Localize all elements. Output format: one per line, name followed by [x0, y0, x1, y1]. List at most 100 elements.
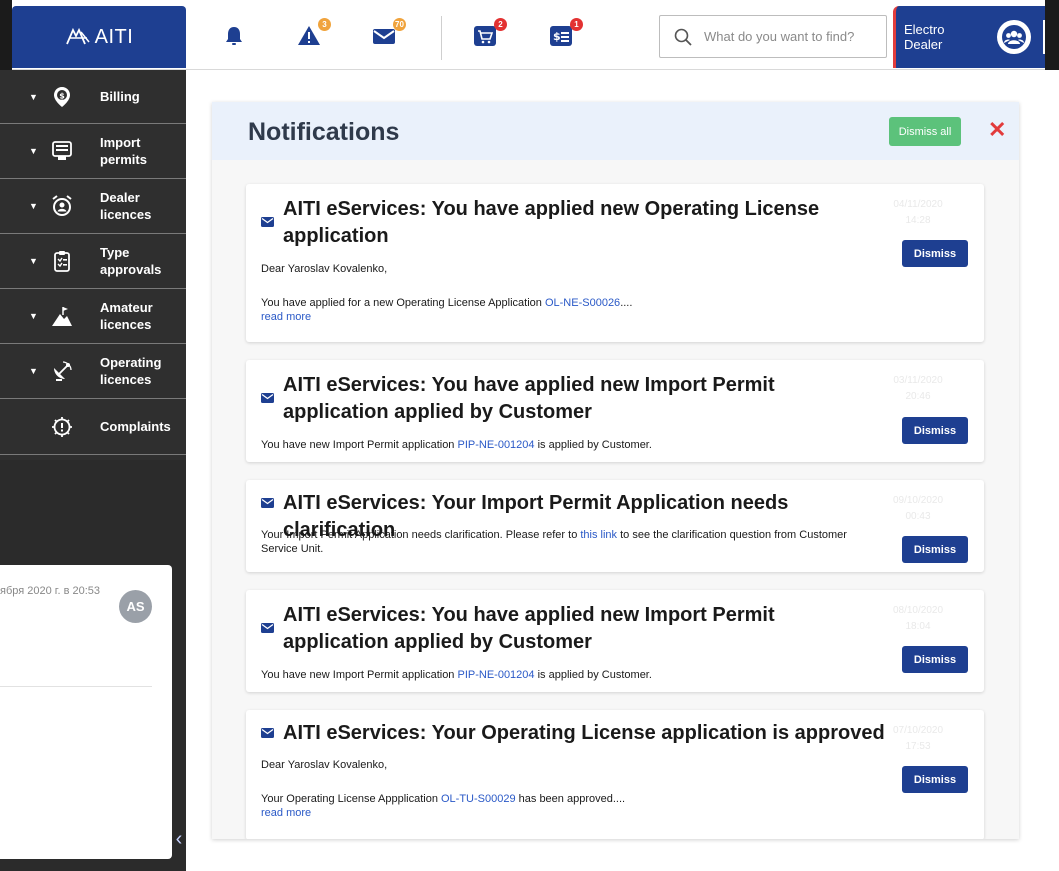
- user-name: Electro Dealer: [904, 22, 945, 52]
- top-bar: AITI 3 70 2 $ 1 What do you want to find…: [0, 0, 1059, 70]
- billing-icon: $: [54, 86, 70, 107]
- user-avatar[interactable]: [997, 20, 1032, 54]
- notifications-bell-button[interactable]: [222, 24, 248, 50]
- chat-timestamp: ября 2020 г. в 20:53: [0, 585, 100, 597]
- messages-button[interactable]: 70: [372, 18, 406, 50]
- message-text: You have new Import Permit application: [261, 669, 458, 681]
- notification-date: 09/10/2020 00:43: [888, 493, 948, 525]
- notifications-panel: Notifications Dismiss all ✕ AITI eServic…: [212, 102, 1019, 839]
- users-group-icon: [1002, 25, 1027, 49]
- clarification-link[interactable]: this link: [580, 529, 617, 541]
- sidebar-item-type-approvals[interactable]: ▼ Type approvals: [0, 234, 186, 289]
- sidebar-item-dealer-licences[interactable]: ▼ Dealer licences: [0, 179, 186, 234]
- logo-text: AITI: [94, 25, 134, 48]
- notification-date: 04/11/2020 14:28: [888, 197, 948, 229]
- message-text: is applied by Customer.: [534, 439, 652, 451]
- application-link[interactable]: OL-NE-S00026: [545, 297, 620, 309]
- notification-body: Dear Yaroslav Kovalenko, Your Operating …: [261, 758, 881, 820]
- notification-body: You have new Import Permit application P…: [261, 438, 881, 452]
- sidebar-item-complaints[interactable]: Complaints: [0, 399, 186, 455]
- search-box[interactable]: [659, 15, 887, 58]
- clipboard-check-icon: [54, 251, 70, 272]
- dismiss-button[interactable]: Dismiss: [902, 240, 968, 267]
- complaints-icon: [52, 416, 72, 437]
- notification-body: You have new Import Permit application P…: [261, 668, 881, 682]
- import-permits-icon: [52, 141, 72, 160]
- sidebar-item-label: Dealer licences: [100, 190, 152, 222]
- notification-card: AITI eServices: You have applied new Ope…: [246, 184, 984, 342]
- warning-icon: [298, 26, 320, 45]
- divider: [0, 686, 152, 687]
- dismiss-button[interactable]: Dismiss: [902, 646, 968, 673]
- time-text: 20:46: [905, 391, 931, 402]
- user-menu[interactable]: Electro Dealer: [893, 6, 1046, 68]
- bell-icon: [226, 27, 242, 45]
- search-input[interactable]: [704, 29, 874, 44]
- notification-card: AITI eServices: Your Operating License a…: [246, 710, 984, 839]
- avatar[interactable]: AS: [119, 590, 152, 623]
- sidebar-item-label: Operating licences: [100, 355, 162, 387]
- sidebar-item-label: Billing: [100, 89, 140, 104]
- dealer-licences-icon: [52, 195, 72, 216]
- sidebar-item-amateur-licences[interactable]: ▼ Amateur licences: [0, 289, 186, 344]
- sidebar-item-billing[interactable]: ▼ $ Billing: [0, 70, 186, 124]
- alerts-button[interactable]: 3: [297, 18, 331, 50]
- brand-logo[interactable]: AITI: [12, 6, 186, 68]
- date-text: 07/10/2020: [892, 725, 944, 736]
- close-icon[interactable]: ✕: [988, 116, 1006, 144]
- message-text: You have new Import Permit application: [261, 439, 458, 451]
- payments-button[interactable]: $ 1: [549, 18, 583, 50]
- date-text: 03/11/2020: [893, 375, 943, 386]
- notification-title: AITI eServices: You have applied new Ope…: [283, 198, 820, 247]
- sidebar-item-operating-licences[interactable]: ▼ Operating licences: [0, 344, 186, 399]
- envelope-icon: [261, 393, 274, 403]
- application-link[interactable]: PIP-NE-001204: [457, 439, 534, 451]
- chevron-down-icon: ▼: [29, 311, 38, 321]
- mountain-flag-icon: [52, 307, 72, 326]
- notification-title: AITI eServices: You have applied new Imp…: [283, 604, 775, 653]
- payment-icon: $: [550, 26, 572, 46]
- notification-date: 07/10/2020 17:53: [888, 723, 948, 755]
- topbar-divider: [441, 16, 442, 60]
- date-text: 08/10/2020: [892, 605, 944, 616]
- cart-badge: 2: [494, 18, 507, 31]
- message-text: Your Import Permit Application needs cla…: [261, 529, 581, 541]
- message-line: Your Operating License Appplication OL-T…: [261, 792, 881, 806]
- notification-title: AITI eServices: Your Operating License a…: [283, 722, 885, 744]
- notification-card: AITI eServices: You have applied new Imp…: [246, 590, 984, 692]
- greeting-text: Dear Yaroslav Kovalenko,: [261, 263, 388, 275]
- chevron-left-icon: ‹: [175, 828, 183, 850]
- application-link[interactable]: OL-TU-S00029: [441, 793, 516, 805]
- notification-body: Dear Yaroslav Kovalenko, You have applie…: [261, 262, 881, 324]
- read-more-link[interactable]: read more: [261, 807, 311, 819]
- notification-card: AITI eServices: You have applied new Imp…: [246, 360, 984, 462]
- read-more-link[interactable]: read more: [261, 311, 311, 323]
- message-text: You have applied for a new Operating Lic…: [261, 297, 545, 309]
- dismiss-button[interactable]: Dismiss: [902, 417, 968, 444]
- time-text: 18:04: [905, 621, 931, 632]
- notification-date: 08/10/2020 18:04: [888, 603, 948, 635]
- chevron-down-icon: ▼: [29, 256, 38, 266]
- search-icon: [674, 28, 692, 46]
- page-title: Notifications: [248, 118, 400, 146]
- date-text: 09/10/2020: [892, 495, 944, 506]
- application-link[interactable]: PIP-NE-001204: [457, 669, 534, 681]
- chat-panel: ября 2020 г. в 20:53 AS: [0, 565, 172, 859]
- dismiss-button[interactable]: Dismiss: [902, 536, 968, 563]
- sidebar-item-import-permits[interactable]: ▼ Import permits: [0, 124, 186, 179]
- sidebar-item-label: Complaints: [100, 419, 171, 434]
- greeting-text: Dear Yaroslav Kovalenko,: [261, 759, 388, 771]
- envelope-icon: [373, 29, 395, 44]
- envelope-icon: [261, 498, 274, 508]
- chevron-down-icon: ▼: [29, 201, 38, 211]
- date-text: 04/11/2020: [893, 199, 943, 210]
- cart-button[interactable]: 2: [473, 18, 507, 50]
- alerts-badge: 3: [318, 18, 331, 31]
- time-text: 00:43: [905, 511, 931, 522]
- dismiss-all-button[interactable]: Dismiss all: [889, 117, 961, 146]
- sidebar-item-label: Type approvals: [100, 245, 162, 277]
- satellite-dish-icon: [54, 361, 72, 381]
- collapse-chat-button[interactable]: ‹: [172, 823, 186, 855]
- dismiss-button[interactable]: Dismiss: [902, 766, 968, 793]
- chevron-down-icon: ▼: [29, 91, 38, 102]
